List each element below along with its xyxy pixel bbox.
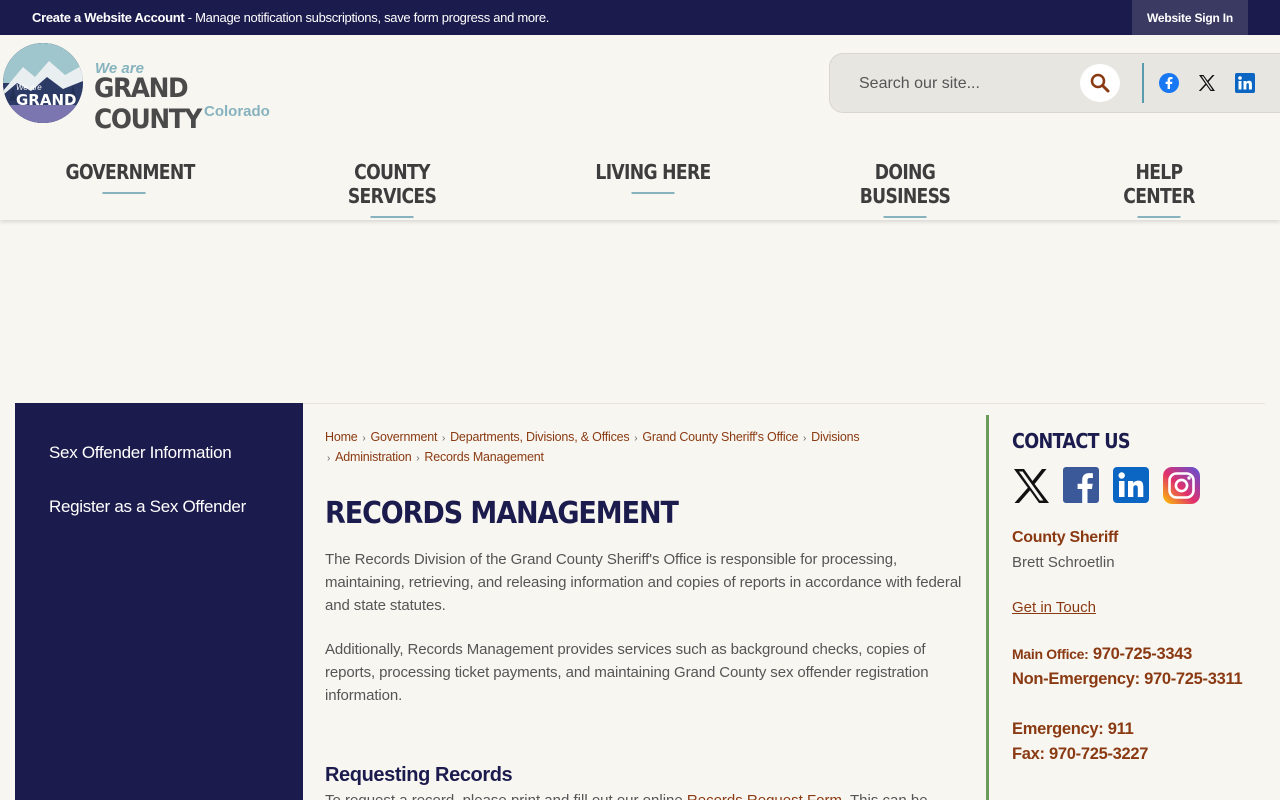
create-account-link[interactable]: Create a Website Account xyxy=(32,10,185,25)
breadcrumb-separator: › xyxy=(413,453,423,464)
x-twitter-icon[interactable] xyxy=(1196,72,1218,94)
breadcrumb-separator: › xyxy=(359,433,369,444)
badge-grand-text: GRAND xyxy=(16,91,76,109)
contact-us-panel: CONTACT US County Sheriff Brett Schroetl… xyxy=(986,415,1265,800)
page-title: RECORDS MANAGEMENT xyxy=(325,496,679,531)
nav-living-here[interactable]: LIVING HERE xyxy=(594,160,713,200)
main-navigation: GOVERNMENT COUNTY SERVICES LIVING HERE D… xyxy=(0,160,1280,218)
sidebar-item-sex-offender-information[interactable]: Sex Offender Information xyxy=(49,443,232,463)
breadcrumb-separator: › xyxy=(327,453,334,464)
breadcrumb-sheriffs-office[interactable]: Grand County Sheriff's Office xyxy=(642,430,798,444)
breadcrumb-administration[interactable]: Administration xyxy=(335,450,412,464)
search-divider xyxy=(1142,63,1144,103)
nav-underline xyxy=(102,192,146,194)
requesting-records-heading: Requesting Records xyxy=(325,764,513,786)
site-header: We are GRAND We are GRAND COUNTY Colorad… xyxy=(0,35,1280,220)
account-message: Create a Website Account - Manage notifi… xyxy=(32,10,549,25)
linkedin-icon[interactable] xyxy=(1113,467,1149,503)
records-request-form-link[interactable]: Records Request Form xyxy=(687,792,842,800)
breadcrumb-government[interactable]: Government xyxy=(370,430,437,444)
breadcrumb: Home › Government › Departments, Divisio… xyxy=(325,428,905,468)
breadcrumb-separator: › xyxy=(631,433,641,444)
sidebar-item-register-sex-offender[interactable]: Register as a Sex Offender xyxy=(49,497,246,517)
nav-underline xyxy=(631,192,675,194)
emergency-phone[interactable]: Emergency: 911 xyxy=(1012,717,1252,742)
search-bar xyxy=(829,53,1280,113)
breadcrumb-records-management[interactable]: Records Management xyxy=(424,450,544,464)
nav-county-services[interactable]: COUNTY SERVICES xyxy=(311,160,473,218)
site-logo[interactable]: We are GRAND We are GRAND COUNTY Colorad… xyxy=(3,43,283,135)
nav-underline xyxy=(370,216,414,218)
intro-paragraph: The Records Division of the Grand County… xyxy=(325,551,962,614)
side-navigation: Sex Offender Information Register as a S… xyxy=(15,403,303,800)
contact-name: Brett Schroetlin xyxy=(1012,554,1115,571)
nav-government[interactable]: GOVERNMENT xyxy=(66,160,195,200)
breadcrumb-home[interactable]: Home xyxy=(325,430,358,444)
nav-doing-business-label: DOING BUSINESS xyxy=(859,160,951,208)
contact-role: County Sheriff xyxy=(1012,529,1119,546)
fax-number: Fax: 970-725-3227 xyxy=(1012,745,1149,763)
top-notification-bar: Create a Website Account - Manage notifi… xyxy=(0,0,1280,35)
nav-help-center[interactable]: HELP CENTER xyxy=(1100,160,1219,218)
facebook-icon[interactable] xyxy=(1063,467,1099,503)
non-emergency-phone[interactable]: Non-Emergency: 970-725-3311 xyxy=(1012,667,1252,692)
nav-living-here-label: LIVING HERE xyxy=(595,160,711,184)
instagram-icon[interactable] xyxy=(1163,467,1200,504)
facebook-icon[interactable] xyxy=(1158,72,1180,94)
services-paragraph: Additionally, Records Management provide… xyxy=(325,641,929,704)
nav-doing-business[interactable]: DOING BUSINESS xyxy=(830,160,980,218)
search-button[interactable] xyxy=(1080,64,1120,102)
account-message-text: - Manage notification subscriptions, sav… xyxy=(184,10,550,25)
logo-state: Colorado xyxy=(204,103,270,120)
breadcrumb-separator: › xyxy=(439,433,449,444)
requesting-records-text: To request a record, please print and fi… xyxy=(325,792,687,800)
search-input[interactable] xyxy=(859,72,1069,96)
get-in-touch-link[interactable]: Get in Touch xyxy=(1012,599,1096,616)
main-office-label: Main Office: xyxy=(1012,646,1089,662)
nav-underline xyxy=(1137,216,1181,218)
requesting-records-text-end: . This can be xyxy=(842,792,928,800)
search-icon xyxy=(1090,73,1110,93)
nav-government-label: GOVERNMENT xyxy=(65,160,196,184)
breadcrumb-divisions[interactable]: Divisions xyxy=(811,430,859,444)
nav-help-center-label: HELP CENTER xyxy=(1123,160,1195,208)
main-office-phone: Main Office: 970-725-3343 xyxy=(1012,642,1252,667)
requesting-records-paragraph: To request a record, please print and fi… xyxy=(325,792,965,800)
nav-county-services-label: COUNTY SERVICES xyxy=(347,160,437,208)
website-sign-in-button[interactable]: Website Sign In xyxy=(1132,0,1248,35)
contact-us-heading: CONTACT US xyxy=(1012,429,1131,453)
linkedin-icon[interactable] xyxy=(1234,72,1256,94)
breadcrumb-departments[interactable]: Departments, Divisions, & Offices xyxy=(450,430,630,444)
nav-underline xyxy=(883,216,927,218)
main-office-number[interactable]: 970-725-3343 xyxy=(1093,645,1192,663)
logo-badge-icon: We are GRAND xyxy=(3,43,83,123)
x-twitter-icon[interactable] xyxy=(1012,466,1050,504)
breadcrumb-separator: › xyxy=(800,433,810,444)
